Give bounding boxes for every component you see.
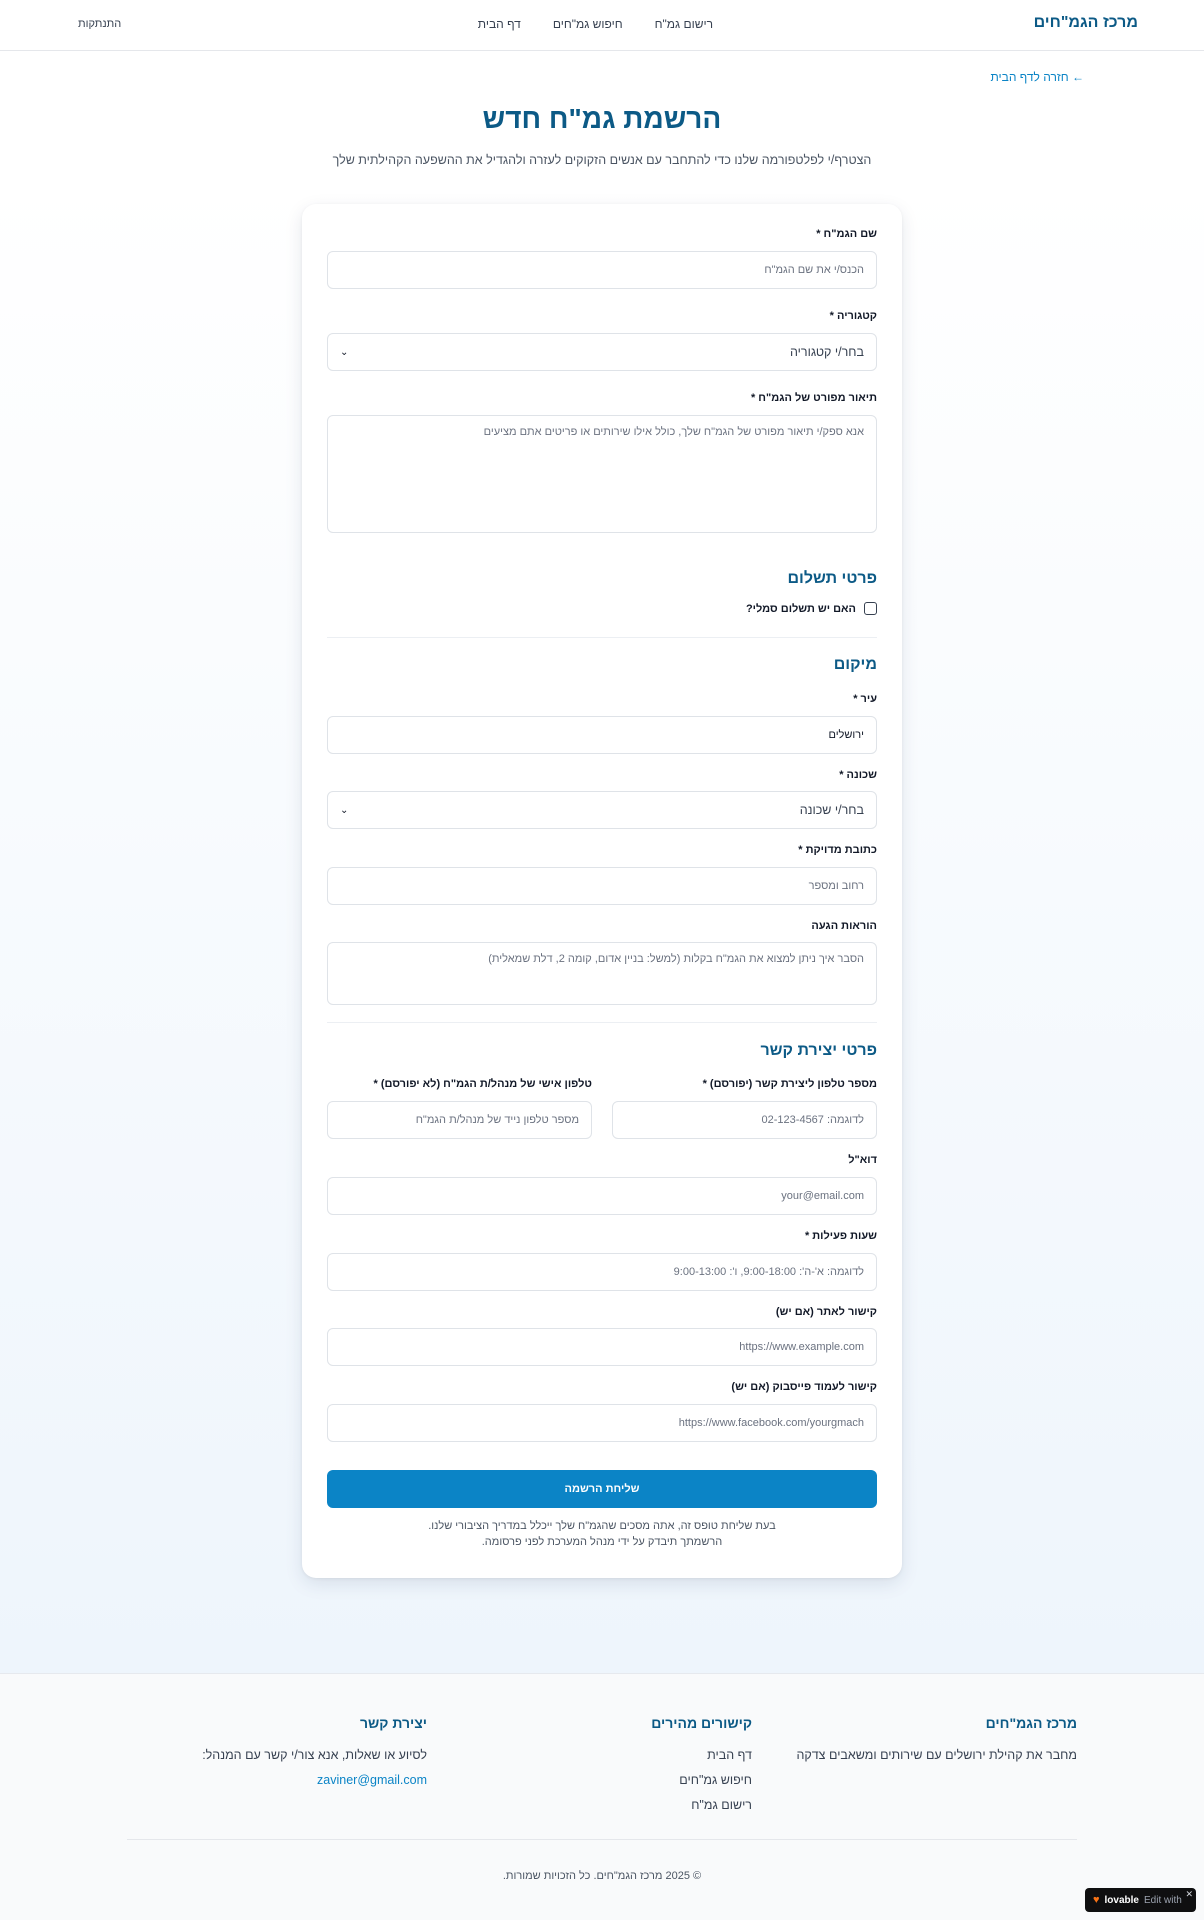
divider: [327, 637, 877, 638]
directions-textarea[interactable]: הסבר איך ניתן למצוא את הגמ"ח בקלות (למשל…: [327, 942, 877, 1005]
nav-register[interactable]: רישום גמ"ח: [655, 17, 713, 31]
footer-link-home[interactable]: דף הבית: [707, 1748, 752, 1762]
public-phone-input[interactable]: לדוגמה: 02-123-4567: [612, 1101, 877, 1139]
badge-edit-text: Edit with: [1144, 1894, 1182, 1906]
footer-link-search[interactable]: חיפוש גמ"חים: [679, 1773, 752, 1787]
submit-button[interactable]: שליחת הרשמה: [327, 1470, 877, 1508]
page-title: הרשמת גמ"ח חדש: [482, 103, 722, 134]
back-to-home-link[interactable]: ← חזרה לדף הבית: [990, 70, 1084, 84]
payment-section-title: פרטי תשלום: [787, 570, 877, 587]
private-phone-label: טלפון אישי של מנהל/ת הגמ"ח (לא יפורסם) *: [373, 1078, 593, 1090]
footer-contact-text: לסיוע או שאלות, אנא צור/י קשר עם המנהל:: [202, 1748, 427, 1762]
badge-name: lovable: [1104, 1894, 1139, 1906]
category-value: בחר/י קטגוריה: [790, 345, 864, 359]
category-label: קטגוריה *: [829, 310, 877, 322]
terms-note-line1: בעת שליחת טופס זה, אתה מסכים שהגמ"ח שלך …: [428, 1520, 776, 1532]
website-input[interactable]: https://www.example.com: [327, 1328, 877, 1366]
directions-label: הוראות הגעה: [811, 920, 877, 932]
city-label: עיר *: [853, 693, 877, 705]
logout-link[interactable]: התנתקות: [78, 18, 121, 30]
page-subtitle: הצטרף/י לפלטפורמה שלנו כדי להתחבר עם אנש…: [332, 153, 872, 167]
registration-form-card: שם הגמ"ח * הכנס/י את שם הגמ"ח קטגוריה * …: [302, 204, 902, 1578]
neighborhood-select[interactable]: בחר/י שכונה ⌄: [327, 791, 877, 829]
top-navbar: מרכז הגמ"חים רישום גמ"ח חיפוש גמ"חים דף …: [0, 0, 1204, 51]
footer-contact-email[interactable]: zaviner@gmail.com: [317, 1773, 427, 1787]
footer-divider: [127, 1839, 1077, 1840]
description-textarea[interactable]: אנא ספק/י תיאור מפורט של הגמ"ח שלך, כולל…: [327, 415, 877, 533]
category-select[interactable]: בחר/י קטגוריה ⌄: [327, 333, 877, 371]
nav-search[interactable]: חיפוש גמ"חים: [553, 17, 623, 31]
address-label: כתובת מדויקת *: [798, 844, 877, 856]
chevron-down-icon: ⌄: [340, 804, 349, 816]
hours-label: שעות פעילות *: [804, 1230, 877, 1242]
close-icon[interactable]: ✕: [1185, 1889, 1193, 1900]
neighborhood-value: בחר/י שכונה: [799, 803, 864, 817]
chevron-down-icon: ⌄: [340, 346, 349, 358]
neighborhood-label: שכונה *: [839, 769, 877, 781]
terms-note-line2: הרשמתך תיבדק על ידי מנהל המערכת לפני פרס…: [481, 1536, 723, 1548]
website-label: קישור לאתר (אם יש): [775, 1306, 877, 1318]
footer-about-text: מחבר את קהילת ירושלים עם שירותים ומשאבים…: [796, 1748, 1077, 1762]
facebook-input[interactable]: https://www.facebook.com/yourgmach: [327, 1404, 877, 1442]
footer-contact-title: יצירת קשר: [359, 1715, 427, 1731]
payment-checkbox-label: האם יש תשלום סמלי?: [745, 602, 856, 615]
contact-section-title: פרטי יצירת קשר: [760, 1042, 877, 1059]
description-label: תיאור מפורט של הגמ"ח *: [750, 392, 877, 404]
payment-checkbox-row[interactable]: האם יש תשלום סמלי?: [746, 602, 877, 615]
footer-about-title: מרכז הגמ"חים: [985, 1715, 1077, 1731]
main-nav: רישום גמ"ח חיפוש גמ"חים דף הבית: [478, 17, 713, 31]
public-phone-label: מספר טלפון ליצירת קשר (יפורסם) *: [702, 1078, 877, 1090]
facebook-label: קישור לעמוד פייסבוק (אם יש): [731, 1381, 877, 1393]
footer-link-register[interactable]: רישום גמ"ח: [691, 1798, 752, 1812]
copyright: © 2025 מרכז הגמ"חים. כל הזכויות שמורות.: [502, 1870, 702, 1882]
private-phone-input[interactable]: מספר טלפון נייד של מנהל/ת הגמ"ח: [327, 1101, 592, 1139]
city-input[interactable]: ירושלים: [327, 716, 877, 754]
divider: [327, 1022, 877, 1023]
email-input[interactable]: your@email.com: [327, 1177, 877, 1215]
email-label: דוא"ל: [848, 1154, 877, 1166]
footer-links-title: קישורים מהירים: [651, 1715, 752, 1731]
address-input[interactable]: רחוב ומספר: [327, 867, 877, 905]
hours-input[interactable]: לדוגמה: א'-ה': 9:00-18:00, ו': 9:00-13:0…: [327, 1253, 877, 1291]
name-input[interactable]: הכנס/י את שם הגמ"ח: [327, 251, 877, 289]
location-section-title: מיקום: [833, 656, 877, 673]
heart-icon: ♥: [1093, 1894, 1100, 1906]
payment-checkbox[interactable]: [864, 602, 877, 615]
nav-home[interactable]: דף הבית: [478, 17, 521, 31]
brand-logo[interactable]: מרכז הגמ"חים: [1034, 14, 1138, 32]
site-footer: מרכז הגמ"חים מחבר את קהילת ירושלים עם שי…: [0, 1673, 1204, 1920]
lovable-badge[interactable]: ♥ lovable Edit with ✕: [1085, 1888, 1196, 1912]
name-label: שם הגמ"ח *: [816, 228, 877, 240]
